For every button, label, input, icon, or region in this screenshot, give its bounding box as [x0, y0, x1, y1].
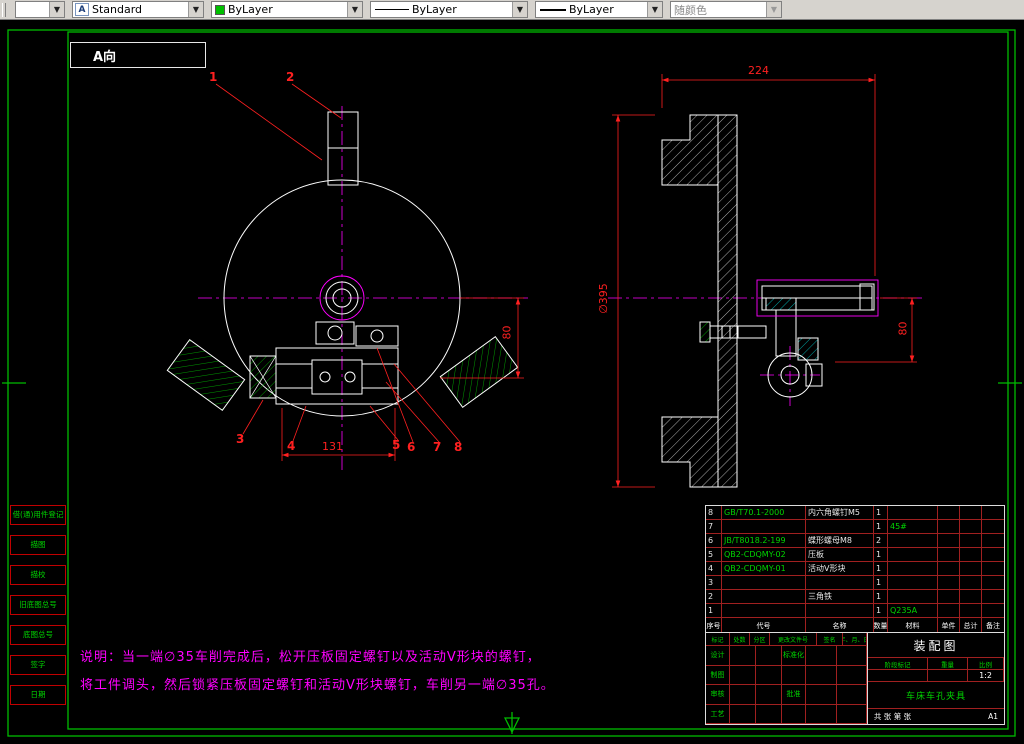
doc-type: 装配图 — [867, 633, 1004, 659]
sidebar-item-trace-check: 描校 — [10, 565, 66, 585]
table-row: 5 QB2-CDQMY-02 压板 1 — [706, 548, 1004, 562]
front-view — [166, 106, 528, 472]
title-block-name-area: 装配图 阶段标记 重量 比例 1:2 车床车孔夹具 共 张 第 张 A1 — [867, 633, 1004, 724]
staff-label: 标准化 — [782, 646, 806, 666]
color-combo[interactable]: ByLayer ▼ — [211, 1, 363, 18]
linetype-combo[interactable]: ByLayer ▼ — [370, 1, 528, 18]
revision-header-row: 标记 处数 分区 更改文件号 签名 年、月、日 — [706, 633, 867, 646]
sidebar-item-base-no: 底图总号 — [10, 625, 66, 645]
table-row: 31 — [706, 576, 1004, 590]
sidebar-item-reuse-record: 借(通)用件登记 — [10, 505, 66, 525]
balloon-5[interactable]: 5 — [392, 438, 400, 452]
staff-label: 设计 — [706, 646, 730, 666]
properties-toolbar: ▼ A Standard ▼ ByLayer ▼ ByLayer ▼ ByLay… — [0, 0, 1024, 20]
table-row: 8 GB/T70.1-2000 内六角螺钉M5 1 — [706, 506, 1004, 520]
color-combo-value: ByLayer — [228, 3, 273, 16]
lineweight-combo-value: ByLayer — [569, 3, 614, 16]
balloon-6[interactable]: 6 — [407, 440, 415, 454]
chevron-down-icon[interactable]: ▼ — [49, 2, 64, 17]
title-block-revision-area: 标记 处数 分区 更改文件号 签名 年、月、日 设计 标准化 制图 审核 批准 … — [706, 633, 868, 724]
linetype-combo-value: ByLayer — [412, 3, 457, 16]
sheet-footer: 共 张 第 张 A1 — [868, 709, 1004, 724]
staff-label: 制图 — [706, 665, 730, 685]
table-row: 2 三角铁 1 — [706, 590, 1004, 604]
dim-front-height: 80 — [500, 325, 514, 340]
dim-section-height: 80 — [896, 321, 910, 336]
color-swatch-icon — [215, 4, 225, 15]
text-style-value: Standard — [92, 3, 143, 16]
view-label-text: A向 — [93, 49, 117, 65]
balloon-3[interactable]: 3 — [236, 432, 244, 446]
sheet-size: A1 — [988, 712, 998, 722]
balloon-4[interactable]: 4 — [287, 439, 295, 453]
stage-header-row: 阶段标记 重量 比例 — [867, 658, 1004, 671]
chevron-down-icon[interactable]: ▼ — [512, 2, 527, 17]
sidebar-item-date: 日期 — [10, 685, 66, 705]
balloon-8[interactable]: 8 — [454, 440, 462, 454]
table-row: 1 1 Q235A — [706, 604, 1004, 618]
balloon-7[interactable]: 7 — [433, 440, 441, 454]
chevron-down-icon[interactable]: ▼ — [647, 2, 662, 17]
part-name: 车床车孔夹具 — [867, 682, 1004, 710]
toolbar-grip[interactable] — [2, 2, 6, 17]
drawing-area[interactable]: A向 131 80 224 ∅395 80 1 2 3 4 5 6 7 8 借(… — [0, 20, 1024, 744]
parts-list-header: 序号 代号 名称 数量 材料 单件 总计 备注 — [706, 618, 1004, 633]
sidebar-item-old-base-no: 旧底图总号 — [10, 595, 66, 615]
cad-app: ▼ A Standard ▼ ByLayer ▼ ByLayer ▼ ByLay… — [0, 0, 1024, 744]
table-row: 4 QB2-CDQMY-01 活动V形块 1 — [706, 562, 1004, 576]
layer-combo[interactable]: ▼ — [15, 1, 65, 18]
balloon-2[interactable]: 2 — [286, 70, 294, 84]
view-label: A向 — [70, 42, 206, 68]
sidebar-item-trace-draw: 描图 — [10, 535, 66, 555]
lineweight-combo[interactable]: ByLayer ▼ — [535, 1, 663, 18]
note-line-2: 将工件调头，然后锁紧压板固定螺钉和活动V形块螺钉，车削另一端∅35孔。 — [80, 678, 555, 693]
table-row: 7 1 45# — [706, 520, 1004, 534]
chevron-down-icon: ▼ — [766, 2, 781, 17]
plot-style-combo: 随颜色 ▼ — [670, 1, 782, 18]
dimension-lines — [215, 74, 917, 488]
balloon-1[interactable]: 1 — [209, 70, 217, 84]
table-row: 6 JB/T8018.2-199 蝶形螺母M8 2 — [706, 534, 1004, 548]
text-style-combo[interactable]: A Standard ▼ — [72, 1, 204, 18]
sheet-count: 共 张 第 张 — [873, 712, 912, 722]
plot-style-value: 随颜色 — [674, 3, 707, 17]
dim-section-width: 224 — [748, 64, 769, 77]
lineweight-icon — [540, 8, 566, 11]
dim-section-dia: ∅395 — [596, 283, 610, 314]
note-line-1: 说明：当一端∅35车削完成后，松开压板固定螺钉以及活动V形块的螺钉， — [80, 650, 541, 665]
staff-label: 审核 — [706, 685, 730, 705]
chevron-down-icon[interactable]: ▼ — [347, 2, 362, 17]
sidebar-item-signature: 签字 — [10, 655, 66, 675]
staff-grid: 设计 标准化 制图 审核 批准 工艺 — [706, 646, 867, 724]
chevron-down-icon[interactable]: ▼ — [188, 2, 203, 17]
parts-list: 8 GB/T70.1-2000 内六角螺钉M5 1 7 1 45# 6 JB/T8018.2… — [705, 505, 1005, 634]
linetype-icon — [375, 9, 409, 10]
dim-front-width: 131 — [322, 440, 343, 453]
text-style-icon: A — [75, 3, 89, 16]
title-block: 标记 处数 分区 更改文件号 签名 年、月、日 设计 标准化 制图 审核 批准 … — [705, 632, 1005, 725]
scale-value: 1:2 — [968, 670, 1004, 682]
stage-value-row: 1:2 — [867, 670, 1004, 682]
staff-label: 批准 — [782, 685, 806, 705]
staff-label: 工艺 — [706, 704, 730, 724]
